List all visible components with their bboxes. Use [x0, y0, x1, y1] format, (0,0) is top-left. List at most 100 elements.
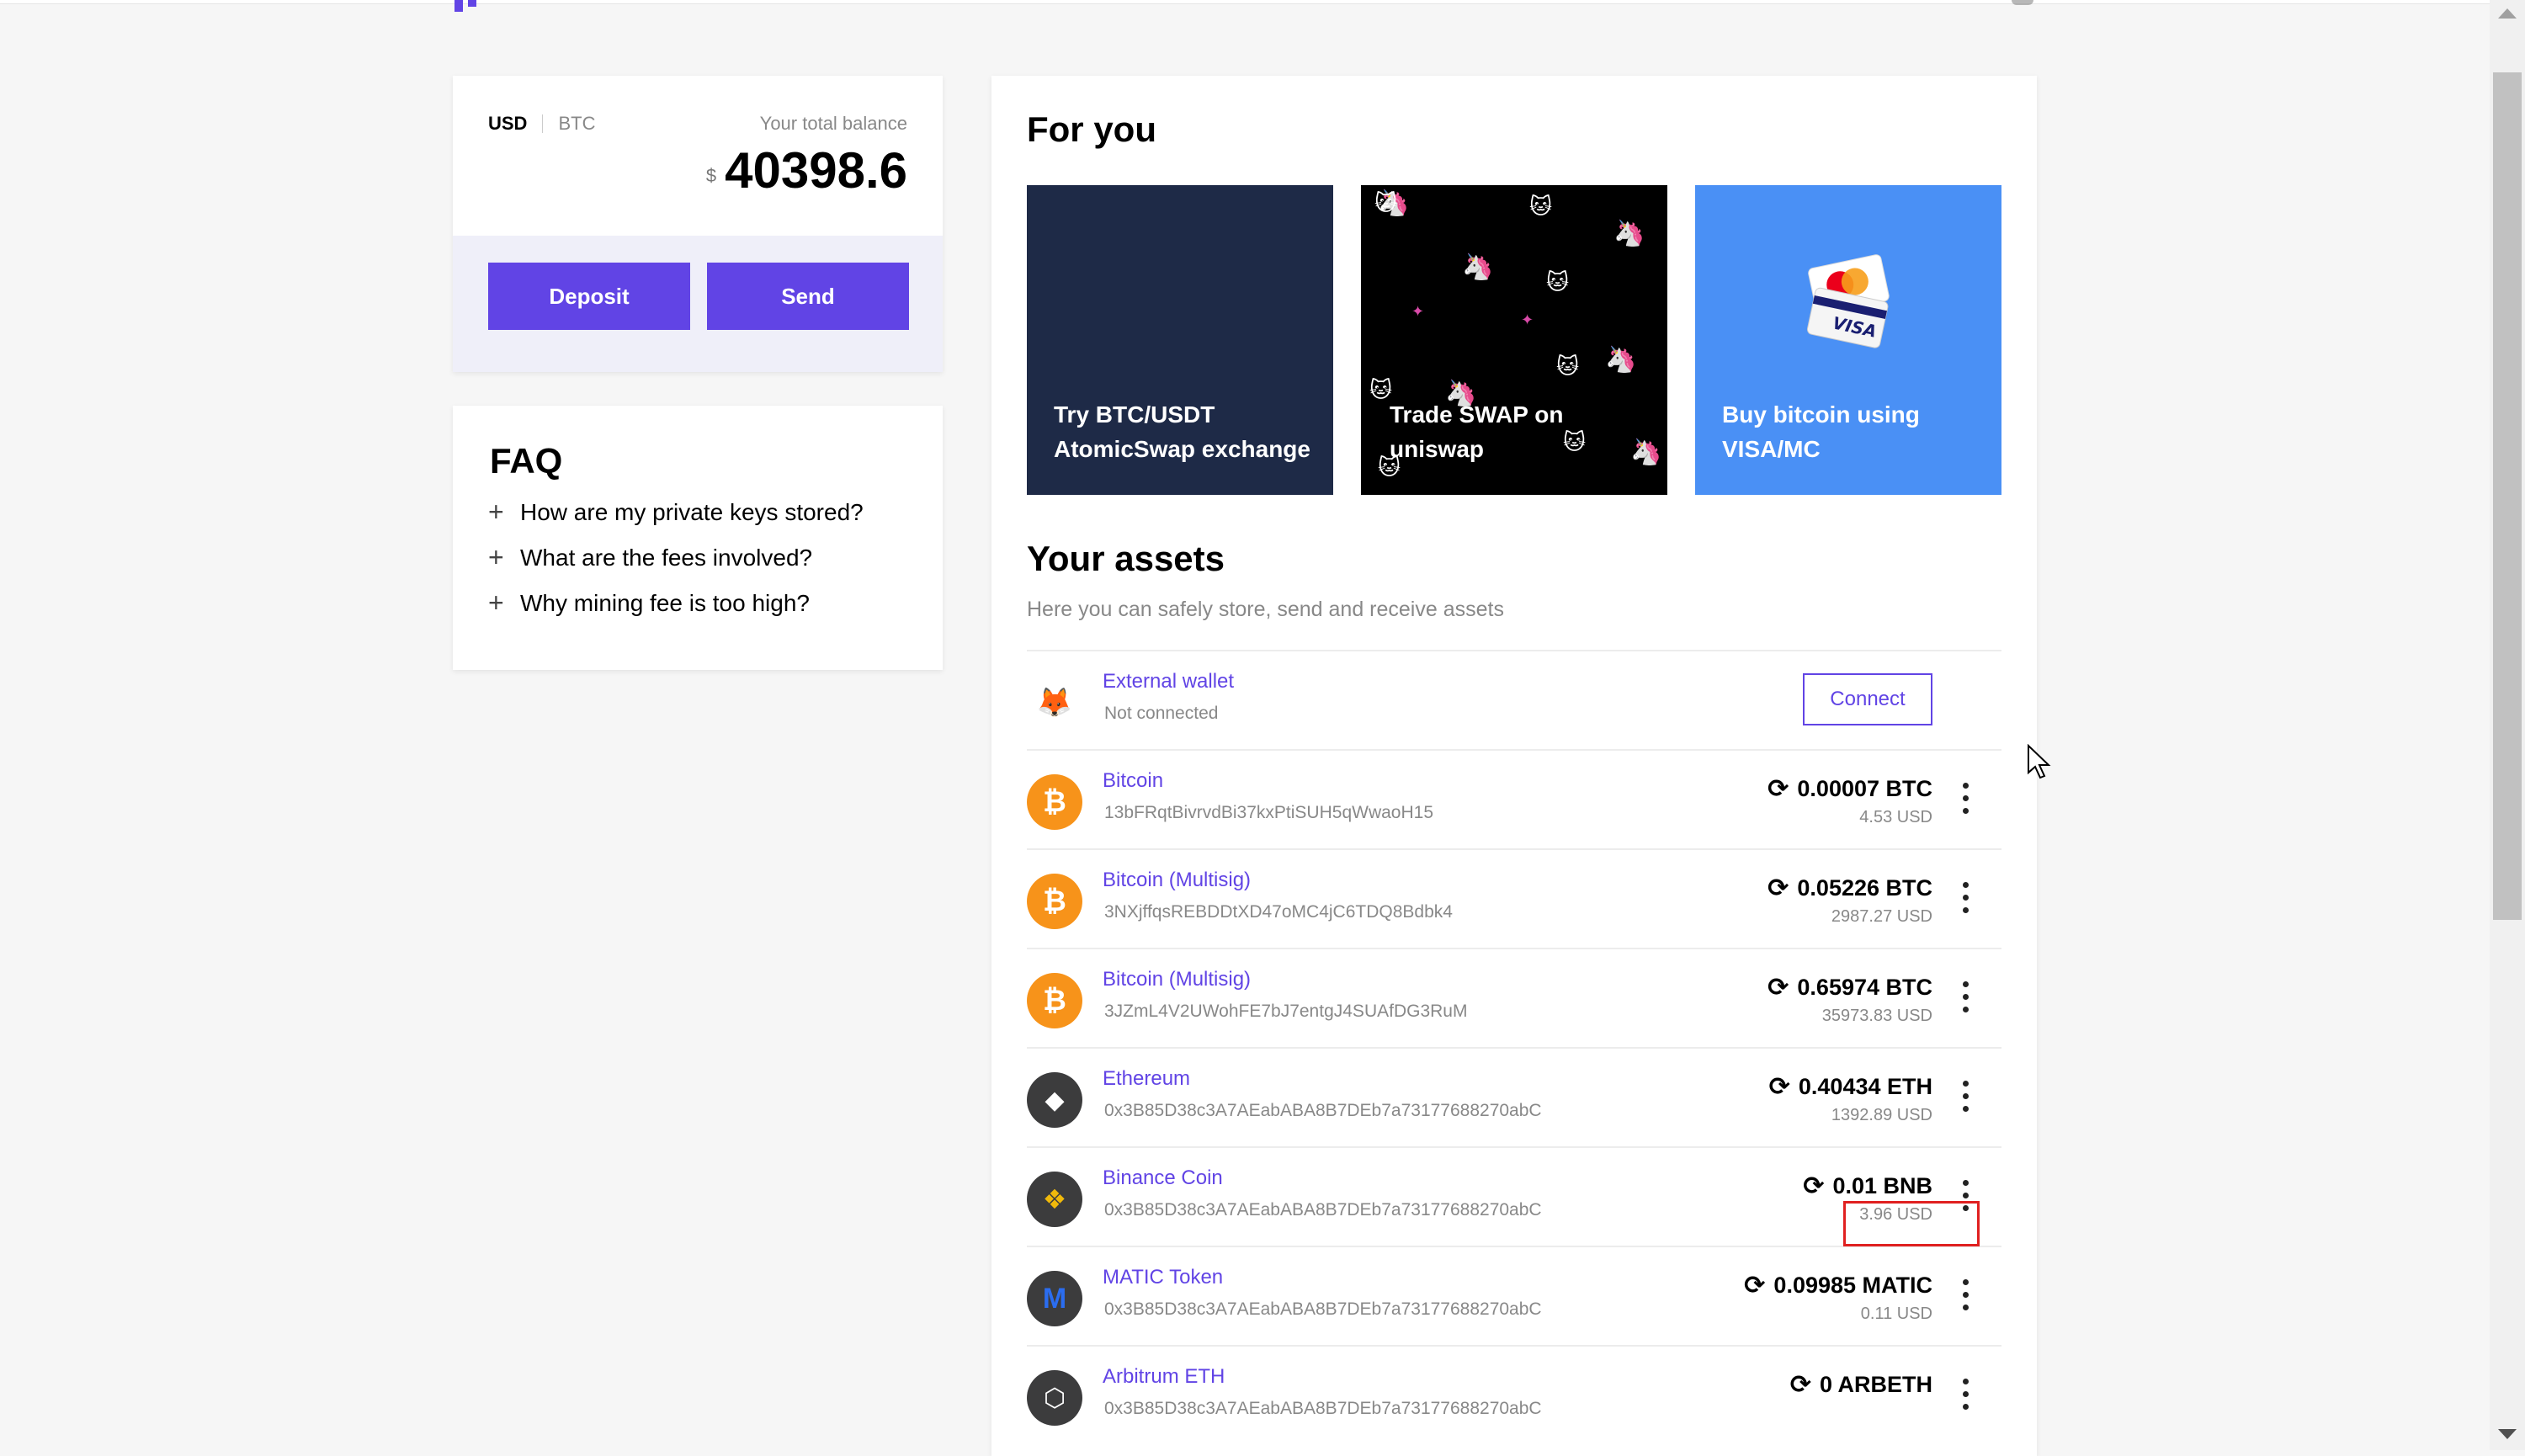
total-balance: $ 40398.6: [706, 141, 907, 199]
promo-text: Try BTC/USDT AtomicSwap exchange: [1054, 401, 1310, 462]
main-card: For you Try BTC/USDT AtomicSwap exchange…: [991, 76, 2037, 1456]
scrollbar-thumb[interactable]: [2493, 72, 2522, 920]
faq-item[interactable]: + What are the fees involved?: [488, 542, 812, 573]
currency-usd-tab[interactable]: USD: [488, 113, 527, 135]
asset-usd-value: 2987.27 USD: [1831, 907, 1932, 926]
send-button[interactable]: Send: [707, 263, 909, 330]
promo-buy-bitcoin[interactable]: VISA Buy bitcoin using VISA/MC: [1695, 185, 2001, 495]
asset-usd-value: 1392.89 USD: [1831, 1106, 1932, 1124]
balance-card: USD BTC Your total balance $ 40398.6 Dep…: [453, 76, 943, 372]
asset-usd-value: 4.53 USD: [1859, 808, 1932, 826]
asset-amount-value: 0.09985 MATIC: [1773, 1273, 1932, 1298]
currency-separator: [542, 114, 544, 133]
asset-row[interactable]: ₿ Bitcoin 13bFRqtBivrvdBi37kxPtiSUH5qWwa…: [1027, 749, 2001, 850]
total-balance-value: 40398.6: [725, 142, 907, 199]
ethereum-icon: ◆: [1027, 1072, 1082, 1128]
asset-name[interactable]: Arbitrum ETH: [1103, 1365, 1225, 1389]
mouse-cursor-icon: [2028, 744, 2051, 779]
asset-row[interactable]: ⬡ Arbitrum ETH 0x3B85D38c3A7AEabABA8B7DE…: [1027, 1345, 2001, 1446]
asset-address: 0x3B85D38c3A7AEabABA8B7DEb7a73177688270a…: [1104, 1399, 1542, 1418]
asset-name[interactable]: Bitcoin: [1103, 769, 1163, 793]
deposit-button[interactable]: Deposit: [488, 263, 690, 330]
asset-amount-value: 0.01 BNB: [1832, 1173, 1932, 1198]
promo-text: Trade SWAP on uniswap: [1390, 401, 1564, 462]
faq-question: What are the fees involved?: [520, 544, 813, 571]
avatar-icon[interactable]: [2012, 0, 2033, 5]
asset-amount: ⟳ 0.09985 MATIC: [1744, 1271, 1932, 1300]
asset-usd-value: 0.11 USD: [1860, 1305, 1932, 1323]
asset-address: 3NXjffqsREBDDtXD47oMC4jC6TDQ8Bdbk4: [1104, 902, 1453, 922]
your-assets-subtitle: Here you can safely store, send and rece…: [1027, 598, 1504, 621]
external-wallet-status: Not connected: [1104, 704, 1219, 723]
refresh-icon[interactable]: ⟳: [1744, 1271, 1765, 1300]
credit-cards-icon: VISA: [1806, 254, 1890, 348]
asset-amount-value: 0.40434 ETH: [1798, 1074, 1932, 1099]
asset-name[interactable]: Bitcoin (Multisig): [1103, 968, 1251, 991]
asset-address: 0x3B85D38c3A7AEabABA8B7DEb7a73177688270a…: [1104, 1200, 1542, 1220]
connect-button[interactable]: Connect: [1803, 673, 1932, 725]
asset-name[interactable]: Ethereum: [1103, 1067, 1190, 1091]
more-options-icon[interactable]: [1961, 783, 1970, 820]
your-assets-title: Your assets: [1027, 539, 1225, 578]
more-options-icon[interactable]: [1961, 882, 1970, 919]
asset-name[interactable]: Binance Coin: [1103, 1166, 1223, 1190]
highlight-box: [1843, 1201, 1980, 1246]
scroll-up-arrow-icon[interactable]: [2498, 8, 2517, 19]
asset-amount-value: 0.00007 BTC: [1797, 776, 1932, 801]
metamask-fox-icon: 🦊: [1036, 687, 1073, 719]
bitcoin-icon: ₿: [1027, 973, 1082, 1028]
faq-card: FAQ + How are my private keys stored? + …: [453, 406, 943, 670]
refresh-icon[interactable]: ⟳: [1769, 1072, 1790, 1102]
faq-question: How are my private keys stored?: [520, 498, 864, 525]
total-balance-label: Your total balance: [759, 113, 907, 134]
currency-symbol: $: [705, 165, 717, 186]
asset-name[interactable]: Bitcoin (Multisig): [1103, 869, 1251, 892]
refresh-icon[interactable]: ⟳: [1790, 1370, 1811, 1400]
currency-btc-tab[interactable]: BTC: [558, 113, 595, 135]
bitcoin-icon: ₿: [1027, 774, 1082, 830]
asset-row[interactable]: ₿ Bitcoin (Multisig) 3JZmL4V2UWohFE7bJ7e…: [1027, 948, 2001, 1049]
faq-question: Why mining fee is too high?: [520, 589, 810, 616]
currency-switch: USD BTC: [488, 113, 595, 135]
promo-atomicswap[interactable]: Try BTC/USDT AtomicSwap exchange: [1027, 185, 1333, 495]
top-navbar: [0, 0, 2490, 4]
asset-amount: ⟳ 0.01 BNB: [1803, 1172, 1932, 1201]
asset-address: 0x3B85D38c3A7AEabABA8B7DEb7a73177688270a…: [1104, 1299, 1542, 1319]
promo-uniswap[interactable]: 🦄 🐱 🦄 🐱 🦄 🐱 🦄 🐱 🦄 🐱 ✦ ✦ 🐱 🦄 🐱 Trade SWAP…: [1361, 185, 1667, 495]
asset-name[interactable]: MATIC Token: [1103, 1266, 1223, 1289]
external-wallet-name[interactable]: External wallet: [1103, 670, 1234, 693]
asset-row[interactable]: ◆ Ethereum 0x3B85D38c3A7AEabABA8B7DEb7a7…: [1027, 1047, 2001, 1148]
for-you-title: For you: [1027, 109, 1156, 149]
scroll-down-arrow-icon[interactable]: [2498, 1429, 2517, 1439]
promo-text: Buy bitcoin using VISA/MC: [1722, 401, 1920, 462]
asset-amount-value: 0.05226 BTC: [1797, 875, 1932, 901]
logo-icon[interactable]: [454, 0, 478, 12]
faq-item[interactable]: + How are my private keys stored?: [488, 497, 864, 528]
asset-amount: ⟳ 0.05226 BTC: [1768, 874, 1932, 903]
matic-icon: M: [1027, 1271, 1082, 1326]
more-options-icon[interactable]: [1961, 1379, 1970, 1416]
balance-actions: Deposit Send: [453, 236, 943, 372]
asset-address: 0x3B85D38c3A7AEabABA8B7DEb7a73177688270a…: [1104, 1101, 1542, 1120]
binance-icon: ❖: [1027, 1172, 1082, 1227]
refresh-icon[interactable]: ⟳: [1768, 774, 1789, 804]
more-options-icon[interactable]: [1961, 1279, 1970, 1316]
more-options-icon[interactable]: [1961, 981, 1970, 1018]
refresh-icon[interactable]: ⟳: [1768, 874, 1789, 903]
faq-item[interactable]: + Why mining fee is too high?: [488, 587, 810, 619]
refresh-icon[interactable]: ⟳: [1768, 973, 1789, 1002]
external-wallet-row: 🦊 External wallet Not connected Connect: [1027, 650, 2001, 751]
asset-row[interactable]: ₿ Bitcoin (Multisig) 3NXjffqsREBDDtXD47o…: [1027, 848, 2001, 949]
plus-icon: +: [488, 497, 504, 527]
refresh-icon[interactable]: ⟳: [1803, 1172, 1824, 1201]
asset-row[interactable]: M MATIC Token 0x3B85D38c3A7AEabABA8B7DEb…: [1027, 1246, 2001, 1347]
asset-amount: ⟳ 0.00007 BTC: [1768, 774, 1932, 804]
more-options-icon[interactable]: [1961, 1081, 1970, 1118]
faq-title: FAQ: [490, 441, 563, 481]
bitcoin-icon: ₿: [1027, 874, 1082, 929]
asset-amount: ⟳ 0 ARBETH: [1790, 1370, 1932, 1400]
asset-amount-value: 0 ARBETH: [1819, 1372, 1932, 1397]
asset-address: 13bFRqtBivrvdBi37kxPtiSUH5qWwaoH15: [1104, 803, 1433, 822]
arbitrum-icon: ⬡: [1027, 1370, 1082, 1426]
plus-icon: +: [488, 587, 504, 618]
